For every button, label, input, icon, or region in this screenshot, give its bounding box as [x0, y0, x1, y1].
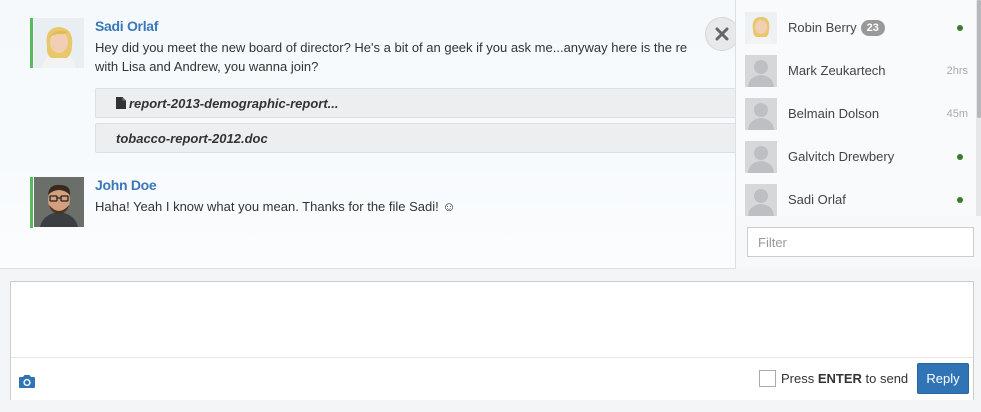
online-status-icon	[957, 197, 963, 203]
avatar-placeholder-icon	[745, 55, 777, 87]
close-icon	[715, 27, 729, 41]
avatar-placeholder-icon	[745, 141, 777, 173]
message-input[interactable]	[11, 282, 973, 357]
user-name: Belmain Dolson	[788, 106, 880, 121]
close-button[interactable]	[705, 17, 739, 51]
user-list: Robin Berry 23 Mark Zeukartech 2hrs Belma…	[736, 0, 976, 216]
attachment-name: tobacco-report-2012.doc	[116, 131, 268, 146]
user-name: Mark Zeukartech	[788, 63, 886, 78]
user-item[interactable]: Sadi Orlaf	[736, 184, 976, 216]
attachment-report-2013[interactable]: report-2013-demographic-report...	[95, 88, 736, 118]
avatar-placeholder-icon	[745, 184, 777, 216]
message-author[interactable]: John Doe	[95, 177, 157, 193]
avatar-sadi-orlaf[interactable]	[34, 18, 84, 68]
user-name: Galvitch Drewbery	[788, 149, 895, 164]
user-list-panel: Robin Berry 23 Mark Zeukartech 2hrs Belma…	[735, 0, 981, 268]
avatar-placeholder-icon	[745, 98, 777, 130]
message-composer: Press ENTER to send Reply	[10, 281, 974, 400]
message-body: Hey did you meet the new board of direct…	[95, 38, 736, 76]
avatar-john-doe[interactable]	[34, 177, 84, 227]
press-enter-label: Press ENTER to send	[781, 371, 909, 386]
filter-input[interactable]	[747, 227, 974, 257]
unread-count-badge: 23	[860, 20, 885, 36]
message-author[interactable]: Sadi Orlaf	[95, 18, 158, 34]
composer-toolbar: Press ENTER to send Reply	[11, 357, 973, 400]
user-item[interactable]: Galvitch Drewbery	[736, 141, 976, 184]
user-item[interactable]: Robin Berry 23	[736, 12, 976, 55]
message-line: Haha! Yeah I know what you mean. Thanks …	[95, 199, 456, 214]
message-body: Haha! Yeah I know what you mean. Thanks …	[95, 197, 736, 216]
user-name: Robin Berry 23	[788, 12, 885, 44]
avatar-robin-berry	[745, 12, 777, 44]
file-icon	[116, 97, 126, 109]
unread-indicator	[30, 177, 33, 228]
unread-indicator	[30, 18, 33, 68]
reply-button[interactable]: Reply	[917, 363, 969, 394]
attachment-name: report-2013-demographic-report...	[129, 96, 339, 111]
chat-messages: Sadi Orlaf Hey did you meet the new boar…	[0, 0, 736, 269]
user-last-seen: 45m	[946, 108, 968, 120]
online-status-icon	[957, 25, 963, 31]
message-line: Hey did you meet the new board of direct…	[95, 40, 688, 55]
message-line: with Lisa and Andrew, you wanna join?	[95, 59, 319, 74]
user-last-seen: 2hrs	[946, 65, 968, 77]
scrollbar-thumb[interactable]	[977, 0, 981, 118]
user-item[interactable]: Belmain Dolson 45m	[736, 98, 976, 141]
user-item[interactable]: Mark Zeukartech 2hrs	[736, 55, 976, 98]
attachment-tobacco-report[interactable]: tobacco-report-2012.doc	[95, 123, 736, 153]
press-enter-checkbox[interactable]	[759, 370, 776, 387]
camera-icon[interactable]	[18, 374, 36, 389]
user-name: Sadi Orlaf	[788, 192, 846, 207]
online-status-icon	[957, 154, 963, 160]
